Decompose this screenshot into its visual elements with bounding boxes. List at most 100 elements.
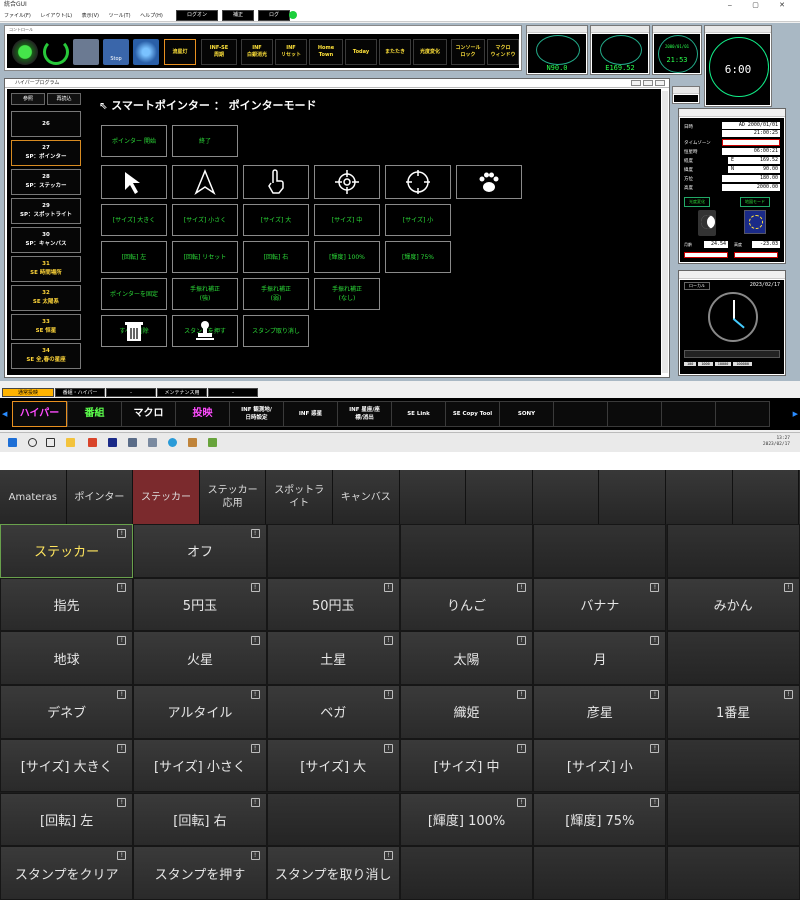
folder-icon[interactable] — [66, 438, 75, 447]
rotate-right-button[interactable]: [回転] 右 — [243, 241, 309, 273]
empty-cmd-button[interactable] — [715, 401, 770, 427]
app-icon[interactable] — [148, 438, 157, 447]
inf-planet-button[interactable]: INF 惑星 — [283, 401, 338, 427]
tab-blank[interactable]: - — [106, 388, 156, 397]
log-button[interactable]: ログ — [258, 10, 291, 21]
grid-button-r1-c3[interactable]: りんご! — [399, 577, 534, 632]
reload-button[interactable]: 再読込 — [47, 93, 81, 105]
projector-icon[interactable] — [133, 39, 159, 65]
info-icon[interactable]: ! — [117, 743, 127, 753]
info-icon[interactable]: ! — [650, 743, 660, 753]
grid-button-r1-c5[interactable]: みかん! — [666, 577, 800, 632]
tab-empty[interactable] — [532, 470, 600, 524]
longitude-field[interactable]: 169.52 — [736, 157, 780, 164]
grid-button-r2-c1[interactable]: 火星! — [133, 631, 267, 686]
brightness-75-button[interactable]: [輝度] 75% — [385, 241, 451, 273]
empty-grid-button[interactable] — [266, 792, 400, 847]
info-icon[interactable]: ! — [650, 690, 660, 700]
speed-100000-button[interactable]: 100000 — [733, 362, 752, 366]
browser-icon[interactable] — [168, 438, 177, 447]
info-icon[interactable]: ! — [517, 636, 527, 646]
stamp-press-button[interactable]: スタンプを押す — [172, 315, 238, 347]
speed-10000-button[interactable]: 10000 — [714, 362, 732, 366]
grid-button-r3-c1[interactable]: アルタイル! — [133, 685, 267, 739]
info-icon[interactable]: ! — [250, 743, 260, 753]
tab-pointer[interactable]: ポインター — [66, 470, 134, 524]
azimuth-field[interactable]: 180.00 — [722, 175, 780, 182]
grid-button-r3-c5[interactable]: 1番星! — [666, 685, 800, 739]
sidereal-field[interactable]: 06:00:21 — [722, 148, 780, 155]
scroll-right-icon[interactable]: ▶ — [793, 410, 798, 418]
menu-tools[interactable]: ツール(T) — [109, 13, 131, 19]
today-button[interactable]: Today — [345, 39, 377, 65]
window-controls[interactable]: ‒ ▢ ✕ — [728, 0, 794, 10]
grid-button-r0-c1[interactable]: オフ! — [133, 524, 267, 578]
menu-view[interactable]: 表示(V) — [82, 13, 99, 19]
grid-button-r5-c4[interactable]: [輝度] 75%! — [533, 792, 667, 847]
grid-button-r4-c4[interactable]: [サイズ] 小! — [533, 738, 667, 793]
start-icon[interactable] — [8, 438, 17, 447]
empty-grid-button[interactable] — [266, 524, 400, 578]
pointer-start-button[interactable]: ポインター 開始 — [101, 125, 167, 157]
program-item[interactable]: 31 SE 時間場所 — [11, 256, 81, 282]
info-icon[interactable]: ! — [650, 797, 660, 807]
projection-cmd-button[interactable]: 投映 — [175, 401, 230, 427]
tab-maintenance[interactable]: メンテナンス用 — [157, 388, 207, 397]
grid-button-r3-c3[interactable]: 織姫! — [399, 685, 534, 739]
info-icon[interactable]: ! — [117, 582, 127, 592]
rotate-left-button[interactable]: [回転] 左 — [101, 241, 167, 273]
stabilize-none-button[interactable]: 手振れ補正 (なし) — [314, 278, 380, 310]
program-item[interactable]: 28 SP：ステッカー — [11, 169, 81, 195]
program-item[interactable]: 34 SE 全,春の星座 — [11, 343, 81, 369]
menu-help[interactable]: ヘルプ(H) — [140, 13, 163, 19]
search-icon[interactable] — [28, 438, 37, 447]
info-icon[interactable]: ! — [117, 851, 127, 861]
grid-button-r6-c2[interactable]: スタンプを取り消し! — [266, 846, 400, 900]
info-icon[interactable]: ! — [650, 582, 660, 592]
info-icon[interactable]: ! — [383, 582, 393, 592]
tab-blank[interactable]: - — [208, 388, 258, 397]
grid-button-r4-c2[interactable]: [サイズ] 大! — [266, 738, 400, 793]
stop-icon[interactable]: Stop — [103, 39, 129, 65]
pointer-end-button[interactable]: 終了 — [172, 125, 238, 157]
home-town-button[interactable]: Home Town — [309, 39, 343, 65]
pointer-lock-button[interactable]: ポインターを固定 — [101, 278, 167, 310]
grid-button-r3-c2[interactable]: ベガ! — [266, 685, 400, 739]
tab-normal-projection[interactable]: 通常投映 — [2, 388, 54, 397]
browse-button[interactable]: 参照 — [11, 93, 45, 105]
size-smaller-button[interactable]: [サイズ] 小さく — [172, 204, 238, 236]
moon-select-a[interactable] — [684, 252, 728, 258]
inf-se-cycle-button[interactable]: INF-SE 周期 — [201, 39, 237, 65]
app-icon[interactable] — [188, 438, 197, 447]
twinkle-button[interactable]: またたき — [379, 39, 411, 65]
latitude-field[interactable]: 90.00 — [736, 166, 780, 173]
size-medium-button[interactable]: [サイズ] 中 — [314, 204, 380, 236]
info-icon[interactable]: ! — [117, 636, 127, 646]
macro-window-button[interactable]: マクロ ウィンドウ — [487, 39, 519, 65]
moon-select-b[interactable] — [734, 252, 778, 258]
size-large-button[interactable]: [サイズ] 大 — [243, 204, 309, 236]
grid-button-r4-c3[interactable]: [サイズ] 中! — [399, 738, 534, 793]
app-icon[interactable] — [208, 438, 217, 447]
logon-button[interactable]: ログオン — [176, 10, 219, 21]
tab-sticker-advanced[interactable]: ステッカー 応用 — [199, 470, 267, 524]
tab-empty[interactable] — [599, 470, 666, 524]
tab-program-hyper[interactable]: 番組・ハイパー — [55, 388, 105, 397]
se-link-button[interactable]: SE Link — [391, 401, 446, 427]
grid-button-r5-c3[interactable]: [輝度] 100%! — [399, 792, 534, 847]
size-larger-button[interactable]: [サイズ] 大きく — [101, 204, 167, 236]
empty-grid-button[interactable] — [533, 524, 667, 578]
program-item[interactable]: 32 SE 太陽系 — [11, 285, 81, 311]
info-icon[interactable]: ! — [250, 690, 260, 700]
program-item[interactable]: 29 SP：スポットライト — [11, 198, 81, 224]
grid-button-r1-c0[interactable]: 指先! — [0, 577, 134, 632]
stabilize-weak-button[interactable]: 手振れ補正 (弱) — [243, 278, 309, 310]
info-icon[interactable]: ! — [650, 636, 660, 646]
delete-all-button[interactable]: すべて削除 — [101, 315, 167, 347]
info-icon[interactable]: ! — [250, 582, 260, 592]
empty-grid-button[interactable] — [666, 738, 800, 793]
app-icon[interactable] — [128, 438, 137, 447]
tab-sticker[interactable]: ステッカー — [133, 470, 200, 524]
info-icon[interactable]: ! — [517, 582, 527, 592]
hyper-window-controls[interactable] — [631, 80, 665, 86]
